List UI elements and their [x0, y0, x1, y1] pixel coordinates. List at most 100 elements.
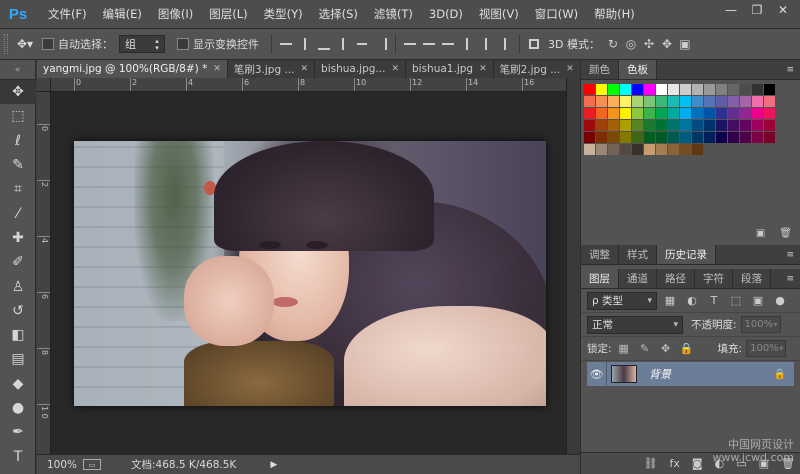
color-swatch[interactable]: [692, 108, 703, 119]
tab-history[interactable]: 历史记录: [657, 245, 716, 264]
color-swatch[interactable]: [620, 96, 631, 107]
color-swatch[interactable]: [584, 132, 595, 143]
color-swatch[interactable]: [704, 120, 715, 131]
align-hcenter-icon[interactable]: [354, 36, 370, 52]
type-tool-icon[interactable]: T: [0, 444, 36, 468]
toolbox-collapse-icon[interactable]: «: [0, 60, 35, 80]
layer-filter-select[interactable]: ρ 类型: [587, 291, 657, 310]
color-swatch[interactable]: [728, 120, 739, 131]
color-swatch[interactable]: [716, 108, 727, 119]
menu-window[interactable]: 窗口(W): [527, 0, 586, 28]
color-swatch[interactable]: [704, 132, 715, 143]
close-tab-icon[interactable]: ✕: [301, 64, 309, 74]
color-swatch[interactable]: [608, 144, 619, 155]
color-swatch[interactable]: [608, 84, 619, 95]
color-swatch[interactable]: [680, 108, 691, 119]
vertical-ruler[interactable]: 0 2 4 6 8 1 0: [37, 92, 51, 454]
move-tool-icon[interactable]: ✥: [0, 80, 36, 105]
color-swatch[interactable]: [680, 84, 691, 95]
color-swatch[interactable]: [656, 132, 667, 143]
color-swatch[interactable]: [596, 144, 607, 155]
color-swatch[interactable]: [680, 120, 691, 131]
color-swatch[interactable]: [692, 96, 703, 107]
color-swatch[interactable]: [644, 84, 655, 95]
layer-background[interactable]: 👁 背景 🔒: [587, 362, 794, 386]
color-swatch[interactable]: [644, 108, 655, 119]
restore-button[interactable]: ❐: [746, 2, 768, 18]
3d-drag-icon[interactable]: ✣: [640, 36, 658, 52]
panel-menu-icon[interactable]: ≡: [786, 250, 794, 260]
tab-swatches[interactable]: 色板: [619, 60, 657, 79]
color-swatch[interactable]: [704, 96, 715, 107]
align-right-icon[interactable]: [373, 36, 389, 52]
tab-bishua[interactable]: bishua.jpg... ✕: [315, 60, 406, 78]
close-tab-icon[interactable]: ✕: [391, 64, 399, 74]
3d-roll-icon[interactable]: ◎: [622, 36, 640, 52]
history-brush-icon[interactable]: ↺: [0, 299, 36, 323]
filter-toggle-icon[interactable]: ●: [771, 293, 789, 309]
lasso-tool-icon[interactable]: ℓ: [0, 129, 36, 153]
opacity-input[interactable]: 100%: [740, 316, 781, 333]
menu-edit[interactable]: 编辑(E): [95, 0, 150, 28]
distribute-right-icon[interactable]: [497, 36, 513, 52]
color-swatch[interactable]: [620, 108, 631, 119]
color-swatch[interactable]: [680, 132, 691, 143]
filter-smart-object-icon[interactable]: ▣: [749, 293, 767, 309]
menu-file[interactable]: 文件(F): [40, 0, 95, 28]
color-swatch[interactable]: [632, 108, 643, 119]
marquee-tool-icon[interactable]: ⬚: [0, 104, 36, 128]
color-swatch[interactable]: [632, 84, 643, 95]
color-swatch[interactable]: [644, 120, 655, 131]
align-top-icon[interactable]: [278, 36, 294, 52]
close-tab-icon[interactable]: ✕: [213, 64, 221, 74]
filter-pixel-icon[interactable]: ▦: [661, 293, 679, 309]
color-swatch[interactable]: [728, 132, 739, 143]
show-transform-checkbox[interactable]: [177, 38, 189, 50]
color-swatch[interactable]: [668, 120, 679, 131]
color-swatch[interactable]: [596, 84, 607, 95]
color-swatch[interactable]: [740, 84, 751, 95]
color-swatch[interactable]: [620, 120, 631, 131]
ruler-corner[interactable]: [37, 78, 51, 92]
color-swatch[interactable]: [644, 144, 655, 155]
color-swatch[interactable]: [764, 120, 775, 131]
color-swatch[interactable]: [692, 144, 703, 155]
tab-paths[interactable]: 路径: [657, 269, 695, 288]
menu-3d[interactable]: 3D(D): [421, 0, 471, 28]
color-swatch[interactable]: [668, 84, 679, 95]
panel-menu-icon[interactable]: ≡: [786, 274, 794, 284]
horizontal-ruler[interactable]: 024681012141618: [51, 78, 566, 92]
distribute-vcenter-icon[interactable]: [421, 36, 437, 52]
color-swatch[interactable]: [656, 84, 667, 95]
color-swatch[interactable]: [740, 108, 751, 119]
color-swatch[interactable]: [740, 96, 751, 107]
color-swatch[interactable]: [668, 132, 679, 143]
tab-color[interactable]: 颜色: [581, 60, 619, 79]
tab-character[interactable]: 字符: [695, 269, 733, 288]
tab-bishua2[interactable]: 笔刷2.jpg ... ✕: [494, 60, 581, 78]
color-swatch[interactable]: [608, 108, 619, 119]
tab-adjustments[interactable]: 调整: [581, 245, 619, 264]
distribute-hcenter-icon[interactable]: [478, 36, 494, 52]
distribute-left-icon[interactable]: [459, 36, 475, 52]
color-swatch[interactable]: [620, 84, 631, 95]
menu-filter[interactable]: 滤镜(T): [366, 0, 421, 28]
filter-shape-icon[interactable]: ⬚: [727, 293, 745, 309]
tab-paragraph[interactable]: 段落: [733, 269, 771, 288]
color-swatch[interactable]: [668, 144, 679, 155]
color-swatch[interactable]: [632, 120, 643, 131]
3d-slide-icon[interactable]: ✥: [658, 36, 676, 52]
new-swatch-icon[interactable]: ▣: [756, 228, 765, 239]
auto-select-checkbox[interactable]: [42, 38, 54, 50]
link-layers-icon[interactable]: ⛓: [644, 457, 658, 470]
menu-layer[interactable]: 图层(L): [201, 0, 255, 28]
color-swatch[interactable]: [656, 144, 667, 155]
menu-image[interactable]: 图像(I): [150, 0, 201, 28]
image-canvas[interactable]: [74, 141, 546, 406]
minimize-button[interactable]: —: [720, 2, 742, 18]
close-button[interactable]: ✕: [772, 2, 794, 18]
lock-pixels-icon[interactable]: ✎: [637, 341, 653, 357]
brush-tool-icon[interactable]: ✐: [0, 250, 36, 274]
zoom-level[interactable]: 100%: [37, 459, 77, 471]
color-swatch[interactable]: [740, 132, 751, 143]
